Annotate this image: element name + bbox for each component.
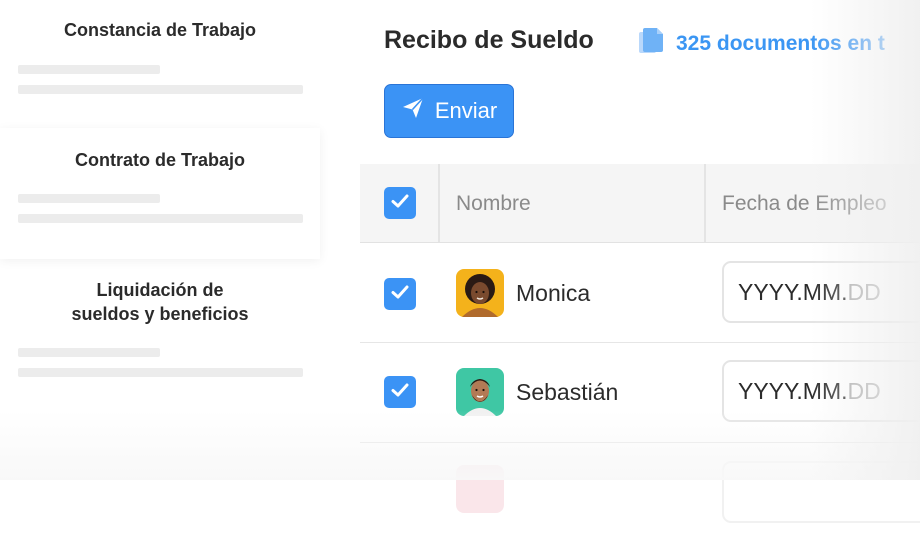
column-divider — [704, 164, 706, 242]
document-title: Liquidación de sueldos y beneficios — [0, 278, 320, 326]
date-placeholder-dim: DD — [847, 377, 881, 404]
placeholder-line — [18, 65, 160, 74]
document-card-constancia[interactable]: Constancia de Trabajo — [0, 0, 320, 128]
column-divider — [438, 164, 440, 242]
send-button[interactable]: Enviar — [384, 84, 514, 138]
document-title-line: sueldos y beneficios — [71, 304, 249, 324]
document-title-line: Liquidación de — [96, 280, 224, 300]
table-row: Monica YYYY.MM. DD — [360, 243, 920, 343]
table-row-partial — [360, 443, 920, 542]
document-title: Contrato de Trabajo — [74, 150, 245, 170]
employment-date-input[interactable]: YYYY.MM. DD — [722, 261, 920, 323]
paper-plane-icon — [401, 96, 425, 126]
placeholder-line — [18, 194, 160, 203]
document-count-text: 325 documentos en t — [676, 31, 885, 55]
document-card-contrato[interactable]: Contrato de Trabajo — [0, 128, 320, 259]
employment-date-input[interactable] — [722, 461, 920, 523]
check-icon — [389, 190, 411, 217]
column-header-nombre[interactable]: Nombre — [456, 192, 531, 216]
check-icon — [389, 281, 411, 308]
payslip-panel: Recibo de Sueldo 325 documentos en t Env… — [320, 0, 920, 542]
placeholder-line — [18, 214, 303, 223]
table-row: Sebastián YYYY.MM. DD — [360, 343, 920, 443]
document-card-liquidacion[interactable]: Liquidación de sueldos y beneficios — [0, 259, 320, 480]
column-header-fecha[interactable]: Fecha de Empleo — [722, 192, 887, 216]
row-checkbox[interactable] — [384, 278, 416, 310]
row-checkbox[interactable] — [384, 376, 416, 408]
date-placeholder-dim: DD — [847, 278, 881, 305]
placeholder-line — [18, 85, 303, 94]
date-placeholder: YYYY.MM. — [738, 278, 848, 305]
employee-name: Sebastián — [516, 379, 619, 405]
select-all-checkbox[interactable] — [384, 187, 416, 219]
avatar — [456, 269, 504, 317]
check-icon — [389, 379, 411, 406]
date-placeholder: YYYY.MM. — [738, 377, 848, 404]
document-count: 325 documentos en t — [636, 26, 885, 61]
employment-date-input[interactable]: YYYY.MM. DD — [722, 360, 920, 422]
avatar — [456, 465, 504, 513]
placeholder-line — [18, 368, 303, 377]
table-header: Nombre Fecha de Empleo — [360, 164, 920, 243]
documents-icon — [636, 26, 666, 61]
document-type-list: Constancia de Trabajo Contrato de Trabaj… — [0, 0, 320, 480]
send-button-label: Enviar — [434, 98, 498, 123]
employee-name: Monica — [516, 280, 591, 306]
placeholder-line — [18, 348, 160, 357]
avatar — [456, 368, 504, 416]
page-title: Recibo de Sueldo — [384, 26, 594, 54]
document-title: Constancia de Trabajo — [63, 20, 257, 40]
